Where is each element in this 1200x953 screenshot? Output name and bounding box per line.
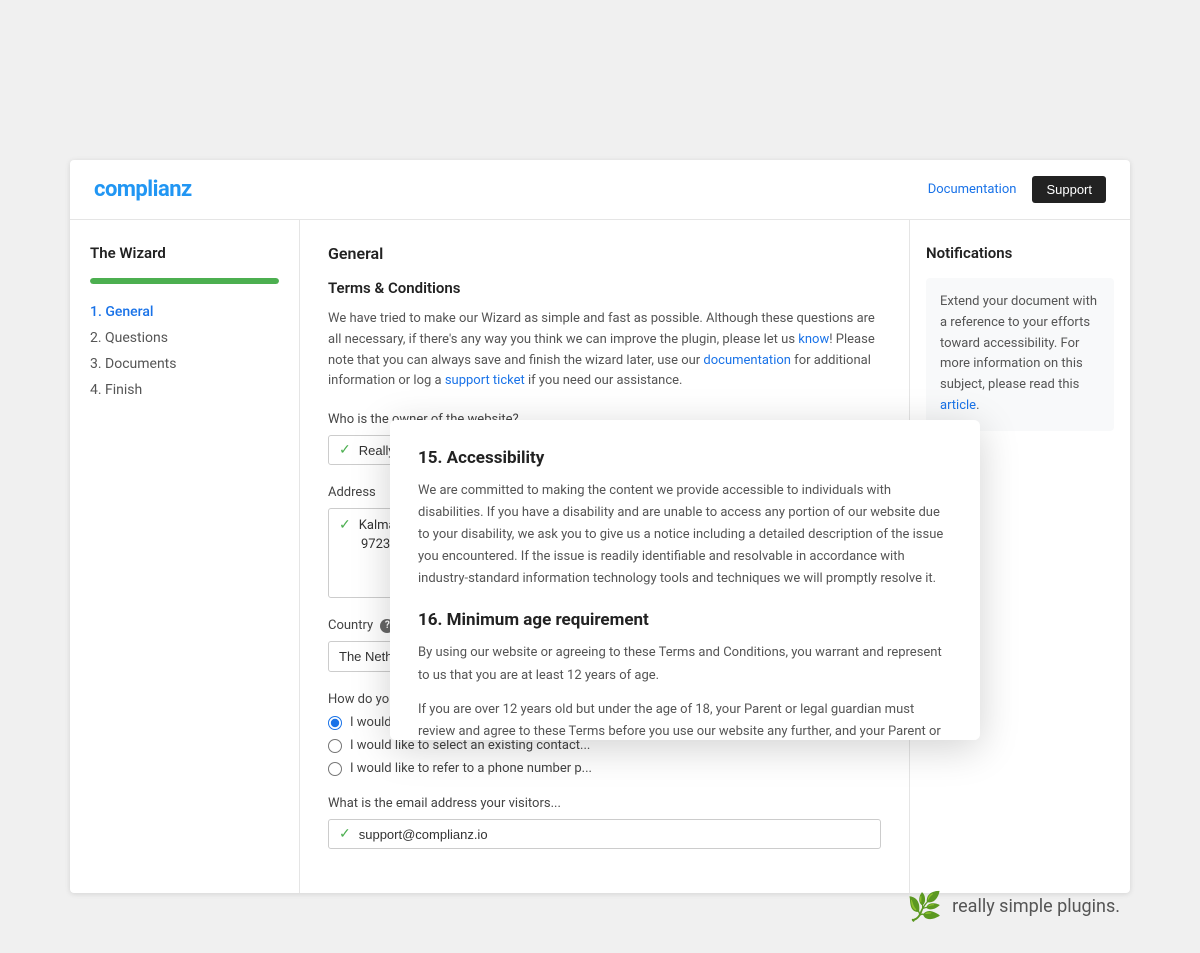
sub-section-title: Terms & Conditions bbox=[328, 279, 881, 297]
section-title: General bbox=[328, 244, 881, 263]
sidebar-item-questions[interactable]: 2. Questions bbox=[90, 330, 279, 346]
popup-section-15-title: 15. Accessibility bbox=[418, 448, 952, 468]
popup-section-16-title: 16. Minimum age requirement bbox=[418, 610, 952, 630]
country-label-text: Country bbox=[328, 618, 373, 633]
email-input[interactable] bbox=[359, 827, 870, 842]
sidebar-title: The Wizard bbox=[90, 244, 279, 262]
email-input-wrapper: ✓ bbox=[328, 819, 881, 849]
email-form-group: What is the email address your visitors.… bbox=[328, 796, 881, 849]
popup-section-15-text-1: We are committed to making the content w… bbox=[418, 480, 952, 590]
owner-check-icon: ✓ bbox=[339, 442, 351, 458]
notifications-title: Notifications bbox=[926, 244, 1114, 262]
radio-phone-input[interactable] bbox=[328, 762, 342, 776]
radio-existing[interactable]: I would like to select an existing conta… bbox=[328, 738, 881, 753]
radio-existing-input[interactable] bbox=[328, 739, 342, 753]
radio-email-input[interactable] bbox=[328, 716, 342, 730]
radio-existing-label: I would like to select an existing conta… bbox=[350, 738, 590, 753]
header-nav: Documentation Support bbox=[928, 176, 1106, 203]
popup-section-16-text-2: If you are over 12 years old but under t… bbox=[418, 699, 952, 740]
know-link[interactable]: know bbox=[798, 332, 829, 347]
progress-bar-fill bbox=[90, 278, 279, 284]
notification-suffix: . bbox=[976, 398, 979, 413]
email-check-icon: ✓ bbox=[339, 826, 351, 842]
notification-text: Extend your document with a reference to… bbox=[940, 294, 1097, 392]
progress-bar-track bbox=[90, 278, 279, 284]
support-button[interactable]: Support bbox=[1032, 176, 1106, 203]
notification-card: Extend your document with a reference to… bbox=[926, 278, 1114, 431]
header: complianz Documentation Support bbox=[70, 160, 1130, 220]
email-label: What is the email address your visitors.… bbox=[328, 796, 881, 811]
sidebar-item-documents[interactable]: 3. Documents bbox=[90, 356, 279, 372]
footer-logo-icon: 🌿 bbox=[907, 890, 942, 923]
page-wrapper: complianz Documentation Support The Wiza… bbox=[0, 0, 1200, 953]
footer-brand-text: really simple plugins. bbox=[952, 896, 1120, 917]
address-check-icon: ✓ bbox=[339, 517, 351, 533]
sidebar-item-finish[interactable]: 4. Finish bbox=[90, 382, 279, 398]
sidebar-item-general[interactable]: 1. General bbox=[90, 304, 279, 320]
radio-phone-label: I would like to refer to a phone number … bbox=[350, 761, 592, 776]
sidebar-nav: 1. General 2. Questions 3. Documents 4. … bbox=[90, 304, 279, 398]
popup-section-16-text-1: By using our website or agreeing to thes… bbox=[418, 642, 952, 686]
sidebar: The Wizard 1. General 2. Questions 3. Do… bbox=[70, 220, 300, 893]
radio-phone[interactable]: I would like to refer to a phone number … bbox=[328, 761, 881, 776]
documentation-link[interactable]: Documentation bbox=[928, 182, 1017, 197]
footer-branding: 🌿 really simple plugins. bbox=[907, 890, 1120, 923]
description-text: We have tried to make our Wizard as simp… bbox=[328, 309, 881, 392]
support-ticket-link[interactable]: support ticket bbox=[445, 373, 525, 388]
logo: complianz bbox=[94, 177, 192, 202]
popup-modal[interactable]: 15. Accessibility We are committed to ma… bbox=[390, 420, 980, 740]
documentation-link-body[interactable]: documentation bbox=[703, 353, 791, 368]
notification-article-link[interactable]: article bbox=[940, 398, 976, 413]
